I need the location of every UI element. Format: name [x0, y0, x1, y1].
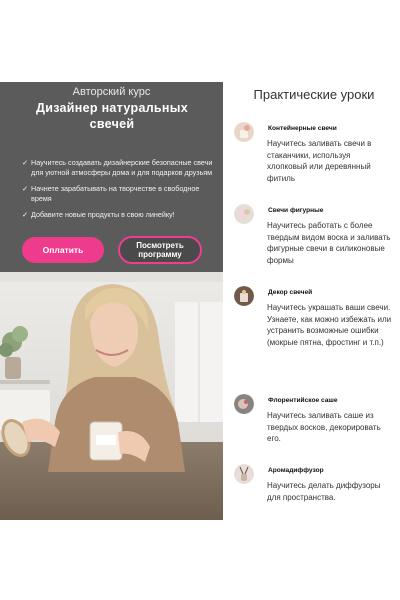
hero-banner: Авторский курс Дизайнер натуральных свеч…: [0, 82, 223, 272]
benefits-list: ✓ Научитесь создавать дизайнерские безоп…: [22, 158, 217, 226]
course-title: Дизайнер натуральных свечей: [36, 101, 188, 131]
lesson-description: Научитесь заливать свечи в стаканчики, и…: [267, 139, 372, 183]
course-promo: Авторский курс Дизайнер натуральных свеч…: [0, 82, 223, 520]
lessons-title: Практические уроки: [253, 87, 375, 102]
check-icon: ✓: [22, 158, 29, 167]
benefit-item: ✓ Добавите новые продукты в свою линейку…: [22, 210, 217, 220]
lesson-description: Научитесь заливать саше из твердых воско…: [267, 411, 381, 443]
lesson-name: Аромадиффузор: [268, 467, 324, 474]
diffuser-icon: [234, 464, 254, 484]
figure-candle-icon: [234, 204, 254, 224]
lesson-description: Научитесь работать с более твердым видом…: [267, 221, 391, 265]
lesson-name: Контейнерные свечи: [268, 125, 337, 132]
lesson-name: Флорентийское саше: [268, 397, 338, 404]
lesson-description: Научитесь делать диффузоры для пространс…: [267, 481, 381, 502]
lessons-panel: Практические уроки Контейнерные свечи На…: [228, 82, 400, 522]
candle-icon: [234, 122, 254, 142]
check-icon: ✓: [22, 184, 29, 193]
check-icon: ✓: [22, 210, 29, 219]
instructor-photo: [0, 272, 223, 520]
benefit-text: Научитесь создавать дизайнерские безопас…: [31, 158, 213, 177]
view-program-button[interactable]: Посмотреть программу: [118, 236, 202, 264]
benefit-item: ✓ Научитесь создавать дизайнерские безоп…: [22, 158, 217, 178]
benefit-text: Начнете зарабатывать на творчестве в сво…: [31, 184, 200, 203]
course-subtitle: Авторский курс: [72, 86, 151, 98]
benefit-item: ✓ Начнете зарабатывать на творчестве в с…: [22, 184, 217, 204]
lesson-description: Научитесь украшать ваши свечи. Узнаете, …: [267, 303, 392, 347]
benefit-text: Добавите новые продукты в свою линейку!: [31, 210, 175, 219]
lesson-name: Декор свечей: [268, 289, 313, 296]
decor-icon: [234, 286, 254, 306]
lesson-name: Свечи фигурные: [268, 207, 324, 214]
sachet-icon: [234, 394, 254, 414]
pay-button[interactable]: Оплатить: [22, 237, 104, 263]
